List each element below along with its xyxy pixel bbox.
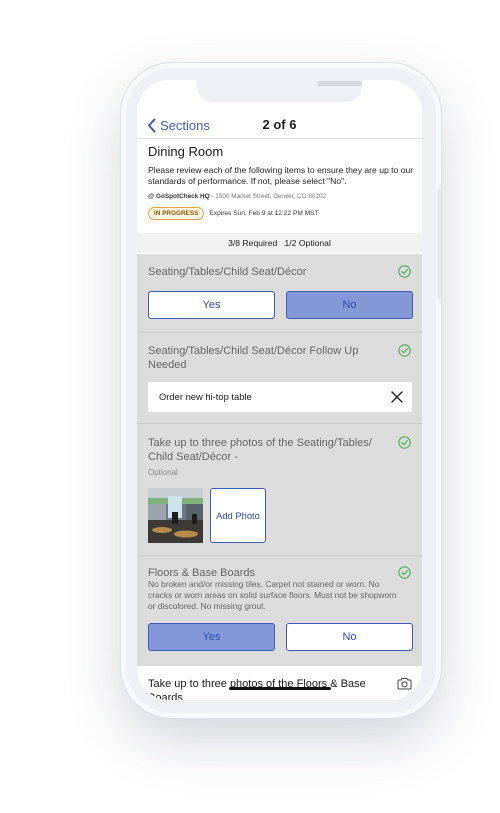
divider bbox=[137, 332, 422, 333]
location-name: @ GoSpotCheck HQ bbox=[148, 193, 210, 200]
required-count: 3/8 Required bbox=[228, 238, 278, 248]
question-1-text: Seating/Tables/Child Seat/Décor bbox=[148, 266, 307, 278]
question-4-yes-button[interactable]: Yes bbox=[148, 623, 275, 651]
close-icon[interactable] bbox=[389, 389, 405, 405]
question-3-label: Take up to three photos of the Seating/T… bbox=[148, 437, 372, 463]
divider bbox=[137, 555, 422, 556]
page-title: 2 of 6 bbox=[262, 117, 297, 132]
follow-up-answer-text: Order new hi-top table bbox=[159, 391, 252, 402]
add-photo-button[interactable]: Add Photo bbox=[210, 488, 266, 543]
status-row: IN PROGRESS Expires Sun, Feb 9 at 12:22 … bbox=[148, 207, 414, 220]
location-address: - 1500 Market Street, Denver, CO 80202 bbox=[209, 193, 327, 200]
expiry-text: Expires Sun, Feb 9 at 12:22 PM MST bbox=[209, 210, 319, 217]
check-circle-icon bbox=[398, 265, 411, 278]
phone-notch bbox=[197, 80, 362, 102]
camera-icon[interactable] bbox=[397, 677, 412, 690]
question-4-text: Floors & Base Boards bbox=[148, 567, 255, 579]
section-description: Please review each of the following item… bbox=[148, 165, 414, 186]
check-circle-icon bbox=[398, 344, 411, 357]
optional-label: Optional bbox=[148, 468, 178, 477]
divider bbox=[137, 423, 422, 424]
question-4-description: No broken and/or missing tiles. Carpet n… bbox=[148, 579, 397, 611]
phone-screen: Sections 2 of 6 Dining Room Please revie… bbox=[137, 80, 422, 700]
progress-counts: 3/8 Required 1/2 Optional bbox=[137, 233, 422, 253]
navigation-bar: Sections 2 of 6 bbox=[137, 112, 422, 139]
home-indicator bbox=[229, 687, 331, 690]
check-circle-icon bbox=[398, 436, 411, 449]
speaker-grille bbox=[317, 81, 362, 86]
check-circle-icon bbox=[398, 566, 411, 579]
question-2-text: Seating/Tables/Child Seat/Décor Follow U… bbox=[148, 345, 359, 371]
question-5-card[interactable]: Take up to three photos of the Floors & … bbox=[137, 666, 422, 700]
status-badge: IN PROGRESS bbox=[148, 207, 205, 220]
question-1-yes-button[interactable]: Yes bbox=[148, 291, 275, 319]
question-3-text: Take up to three photos of the Seating/T… bbox=[148, 436, 396, 480]
section-header: Dining Room Please review each of the fo… bbox=[148, 144, 414, 220]
photo-thumbnail[interactable] bbox=[148, 488, 203, 543]
section-title: Dining Room bbox=[148, 144, 224, 159]
restaurant-photo bbox=[148, 488, 203, 543]
phone-side-button bbox=[437, 188, 441, 300]
follow-up-answer-field[interactable]: Order new hi-top table bbox=[148, 382, 412, 412]
question-1-no-button[interactable]: No bbox=[286, 291, 413, 319]
location-line: @ GoSpotCheck HQ - 1500 Market Street, D… bbox=[148, 193, 414, 200]
optional-count: 1/2 Optional bbox=[284, 238, 331, 248]
question-4-no-button[interactable]: No bbox=[286, 623, 413, 651]
